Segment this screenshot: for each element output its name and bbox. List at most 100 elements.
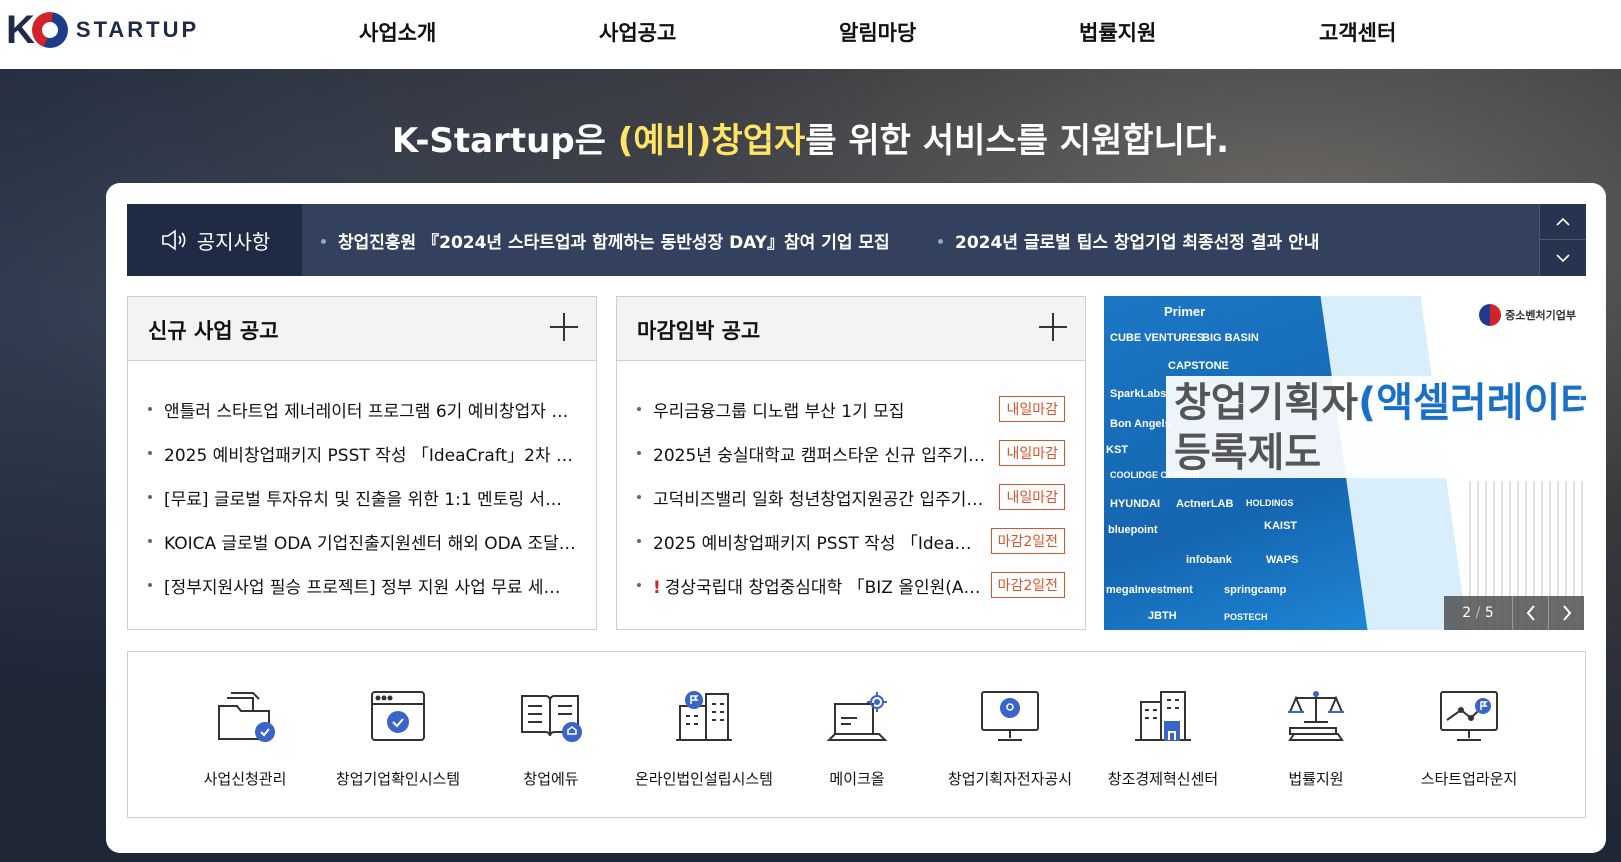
list-item-text: 고덕비즈밸리 일화 청년창업지원공간 입주기업 모집 (653, 489, 990, 510)
alert-icon: ! (653, 577, 661, 598)
headline-prefix: K-Startup은 (391, 121, 618, 161)
quick-link-disclosure[interactable]: 창업기획자전자공시 (935, 688, 1085, 789)
notice-label-text: 공지사항 (196, 229, 271, 254)
panel-title: 신규 사업 공고 (148, 319, 279, 343)
pager-count: 2 / 5 (1444, 596, 1512, 630)
quick-link-lounge[interactable]: 스타트업라운지 (1394, 688, 1544, 789)
plus-icon[interactable] (1039, 313, 1067, 341)
list-item[interactable]: 앤틀러 스타트업 제너레이터 프로그램 6기 예비창업자 모집 (148, 387, 576, 431)
panel-title: 마감임박 공고 (637, 319, 761, 343)
partner-logo: Bon Angels (1110, 418, 1171, 430)
list-item[interactable]: 2025년 숭실대학교 캠퍼스타운 신규 입주기업 모집 내일마감 (637, 431, 1065, 475)
chevron-up-icon (1556, 217, 1570, 226)
deadline-badge: 마감2일전 (990, 572, 1065, 598)
banner-title-part: 창업기획자 (1174, 380, 1358, 426)
promo-banner[interactable]: Primer CUBE VENTURES BIG BASIN CAPSTONE … (1104, 296, 1586, 630)
bullet-icon (148, 583, 152, 587)
quick-link-innovation[interactable]: 창조경제혁신센터 (1088, 688, 1238, 789)
partner-logo: POSTECH (1224, 612, 1268, 622)
quick-link-corp[interactable]: 온라인법인설립시스템 (629, 688, 779, 789)
quick-link-label: 스타트업라운지 (1420, 770, 1518, 788)
partner-logo: Primer (1164, 304, 1206, 319)
nav-item-about[interactable]: 사업소개 (359, 17, 436, 47)
quick-link-label: 사업신청관리 (203, 770, 287, 788)
bullet-icon (637, 407, 641, 411)
partner-logo: megaInvestment (1106, 584, 1193, 596)
bullet-icon (148, 495, 152, 499)
list-item[interactable]: KOICA 글로벌 ODA 기업진출지원센터 해외 ODA 조달시장 진출 (148, 519, 576, 563)
announcement-list: 앤틀러 스타트업 제너레이터 프로그램 6기 예비창업자 모집 2025 예비창… (128, 361, 596, 607)
browser-check-icon (371, 691, 425, 741)
list-item[interactable]: 고덕비즈밸리 일화 청년창업지원공간 입주기업 모집 내일마감 (637, 475, 1065, 519)
quick-link-label: 온라인법인설립시스템 (634, 770, 773, 788)
book-icon (521, 695, 582, 742)
quick-link-label: 법률지원 (1288, 770, 1344, 788)
pager-total: 5 (1484, 605, 1494, 621)
list-item-text: 2025 예비창업패키지 PSST 작성 「IdeaCraft」2차 창업교육 (164, 445, 576, 466)
deadline-announcements-panel: 마감임박 공고 우리금융그룹 디노랩 부산 1기 모집 내일마감 2025년 숭실… (616, 296, 1086, 630)
monitor-chart-icon (1440, 691, 1498, 741)
bullet-icon (938, 238, 943, 244)
notice-item[interactable]: 창업진흥원 『2024년 스타트업과 함께하는 동반성장 DAY』참여 기업 모… (321, 228, 890, 253)
list-item[interactable]: 2025 예비창업패키지 PSST 작성 「IdeaCraft」 마감2일전 (637, 519, 1065, 563)
chevron-left-icon (1526, 605, 1535, 621)
folder-check-icon (218, 692, 275, 742)
partner-logo: KST (1106, 444, 1128, 456)
quick-link-edu[interactable]: 창업에듀 (476, 688, 626, 789)
notice-item[interactable]: 2024년 글로벌 팁스 창업기업 최종선정 결과 안내 (938, 228, 1319, 253)
notice-prev-button[interactable] (1539, 204, 1586, 240)
list-item-text: 우리금융그룹 디노랩 부산 1기 모집 (653, 401, 905, 422)
banner-next-button[interactable] (1548, 596, 1584, 630)
quick-link-startup-confirm[interactable]: 창업기업확인시스템 (323, 688, 473, 789)
list-item[interactable]: 2025 예비창업패키지 PSST 작성 「IdeaCraft」2차 창업교육 (148, 431, 576, 475)
laptop-gear-icon (826, 692, 888, 741)
bullet-icon (637, 583, 641, 587)
pager-separator: / (1475, 605, 1481, 621)
bullet-icon (637, 495, 641, 499)
main-nav: 사업소개 사업공고 알림마당 법률지원 고객센터 (0, 0, 1621, 62)
partner-logo: CAPSTONE (1168, 360, 1229, 372)
list-item[interactable]: !경상국립대 창업중심대학 「BIZ 올인원(All-in-One)」 마감2일전 (637, 563, 1065, 607)
hero-headline: K-Startup은 (예비)창업자를 위한 서비스를 지원합니다. (0, 113, 1621, 162)
list-item[interactable]: 우리금융그룹 디노랩 부산 1기 모집 내일마감 (637, 387, 1065, 431)
pager-current: 2 (1462, 605, 1472, 621)
partner-logo: ActnerLAB (1176, 498, 1234, 510)
panel-header: 마감임박 공고 (617, 297, 1085, 361)
new-announcements-panel: 신규 사업 공고 앤틀러 스타트업 제너레이터 프로그램 6기 예비창업자 모집… (127, 296, 597, 630)
plus-icon[interactable] (550, 313, 578, 341)
partner-logo: JBTH (1148, 610, 1177, 622)
bullet-icon (148, 407, 152, 411)
quick-link-legal[interactable]: 법률지원 (1241, 688, 1391, 789)
list-item-text: 앤틀러 스타트업 제너레이터 프로그램 6기 예비창업자 모집 (164, 401, 576, 422)
deadline-badge: 마감2일전 (990, 528, 1065, 554)
bullet-icon (148, 451, 152, 455)
quick-link-label: 메이크올 (829, 770, 885, 788)
notice-next-button[interactable] (1539, 240, 1586, 276)
notice-bar: 공지사항 창업진흥원 『2024년 스타트업과 함께하는 동반성장 DAY』참여… (127, 204, 1586, 276)
notice-item-text: 창업진흥원 『2024년 스타트업과 함께하는 동반성장 DAY』참여 기업 모… (338, 233, 890, 253)
nav-item-support[interactable]: 고객센터 (1319, 17, 1396, 47)
list-item[interactable]: [정부지원사업 필승 프로젝트] 정부 지원 사업 무료 세미나 개최 (148, 563, 576, 607)
scale-icon (1288, 691, 1344, 741)
chevron-down-icon (1556, 254, 1570, 262)
quick-link-makeall[interactable]: 메이크올 (782, 688, 932, 789)
quick-link-label: 창업기업확인시스템 (335, 770, 461, 788)
banner-prev-button[interactable] (1512, 596, 1548, 630)
partner-logo: WAPS (1266, 554, 1299, 566)
partner-logo: HOLDINGS (1246, 498, 1294, 508)
nav-item-news[interactable]: 알림마당 (839, 17, 916, 47)
nav-item-announcements[interactable]: 사업공고 (599, 17, 676, 47)
partner-logo: KAIST (1264, 520, 1297, 532)
deadline-badge: 내일마감 (999, 484, 1065, 510)
nav-item-legal[interactable]: 법률지원 (1079, 17, 1156, 47)
bullet-icon (148, 539, 152, 543)
list-item-text: 경상국립대 창업중심대학 「BIZ 올인원(All-in-One)」 (664, 577, 981, 598)
list-item-text: [정부지원사업 필승 프로젝트] 정부 지원 사업 무료 세미나 개최 (164, 577, 576, 598)
list-item[interactable]: [무료] 글로벌 투자유치 및 진출을 위한 1:1 멘토링 서비스 (148, 475, 576, 519)
quick-link-application[interactable]: 사업신청관리 (170, 688, 320, 789)
bullet-icon (637, 451, 641, 455)
site-header: K STARTUP 사업소개 사업공고 알림마당 법률지원 고객센터 (0, 0, 1621, 69)
banner-title: 창업기획자(액셀러레이터) 등록제도 (1174, 378, 1586, 478)
quick-link-label: 창조경제혁신센터 (1107, 770, 1219, 788)
quick-link-label: 창업기획자전자공시 (947, 770, 1073, 788)
